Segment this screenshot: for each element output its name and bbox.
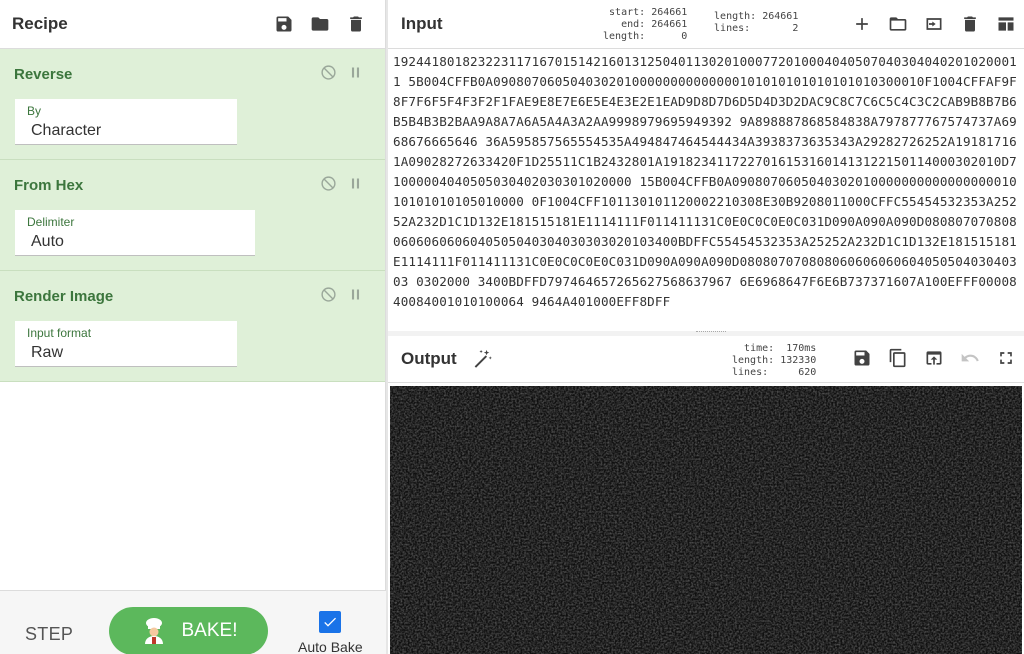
folder-icon [889, 17, 907, 31]
pause-icon [351, 289, 359, 299]
copy-output-button[interactable] [880, 340, 916, 376]
plus-icon [856, 18, 868, 30]
operation-name: Reverse [14, 66, 73, 83]
open-folder-button[interactable] [916, 6, 952, 42]
load-recipe-button[interactable] [302, 6, 338, 42]
input-to-output-icon [926, 18, 942, 30]
disable-icon [320, 64, 336, 80]
length-value: 264661 [762, 11, 799, 22]
field-value[interactable]: Character [27, 122, 225, 140]
recipe-header: Recipe [0, 0, 385, 49]
chef-icon [144, 618, 163, 644]
operation-render-image[interactable]: Render Image Input format Raw [0, 271, 385, 382]
input-length-stats: length: 264661 lines: 2 [708, 11, 798, 35]
bake-button[interactable]: BAKE! [109, 607, 268, 654]
end-label: end: [621, 19, 646, 30]
operation-reverse[interactable]: Reverse By Character [0, 49, 385, 160]
layout-icon [998, 17, 1014, 31]
bake-bar: STEP BAKE! Auto Bake [0, 590, 386, 654]
trash-icon [964, 16, 976, 32]
pause-operation-button[interactable] [346, 285, 364, 303]
copy-icon [889, 348, 906, 368]
delimiter-field[interactable]: Delimiter Auto [15, 210, 255, 256]
reset-layout-button[interactable] [988, 6, 1024, 42]
checkmark-icon [324, 617, 336, 627]
fullscreen-icon [1000, 352, 1012, 364]
recipe-title: Recipe [12, 14, 68, 33]
start-value: 264661 [651, 7, 688, 18]
field-label: Delimiter [27, 215, 75, 229]
auto-bake-checkbox[interactable] [319, 611, 341, 633]
time-label: time: [744, 343, 775, 354]
field-value[interactable]: Raw [27, 344, 225, 362]
auto-bake-label: Auto Bake [298, 639, 363, 654]
lines-label: lines: [714, 23, 751, 34]
pause-icon [351, 178, 359, 188]
field-label: By [27, 104, 42, 118]
disable-icon [320, 286, 336, 302]
pause-operation-button[interactable] [346, 174, 364, 192]
replace-input-button[interactable] [916, 340, 952, 376]
by-field[interactable]: By Character [15, 99, 237, 145]
output-toolbar [844, 340, 1024, 376]
add-input-tab-button[interactable] [844, 6, 880, 42]
output-length-value: 132330 [780, 355, 817, 366]
clear-input-button[interactable] [952, 6, 988, 42]
auto-bake-toggle[interactable]: Auto Bake [298, 611, 363, 654]
rendered-image-texture [390, 386, 1022, 654]
undo-icon [961, 353, 979, 362]
selection-length-value: 0 [681, 31, 688, 42]
input-selection-stats: start: 264661 end: 264661 length: 0 [603, 7, 687, 43]
save-icon [854, 350, 870, 366]
output-title: Output [401, 349, 457, 368]
undo-button[interactable] [952, 340, 988, 376]
maximise-output-button[interactable] [988, 340, 1024, 376]
disable-icon [320, 175, 336, 191]
disable-operation-button[interactable] [319, 63, 337, 81]
rendered-image [390, 386, 1022, 654]
open-file-button[interactable] [880, 6, 916, 42]
input-pane: Input start: 264661 end: 264661 length: … [388, 0, 1024, 331]
disable-operation-button[interactable] [319, 285, 337, 303]
field-label: Input format [27, 326, 92, 340]
magic-wand-icon[interactable] [471, 348, 493, 370]
clear-recipe-button[interactable] [338, 6, 374, 42]
pause-operation-button[interactable] [346, 63, 364, 81]
length-label: length: [714, 11, 757, 22]
output-lines-value: 620 [798, 367, 817, 378]
time-value: 170ms [786, 343, 817, 354]
pause-icon [351, 67, 359, 77]
output-pane: Output time: 170ms length: 132330 lines:… [388, 336, 1024, 654]
operation-from-hex[interactable]: From Hex Delimiter Auto [0, 160, 385, 271]
output-stats: time: 170ms length: 132330 lines: 620 [732, 343, 816, 379]
input-toolbar [844, 6, 1024, 42]
field-value[interactable]: Auto [27, 233, 243, 251]
save-output-button[interactable] [844, 340, 880, 376]
selection-length-label: length: [603, 31, 646, 42]
end-value: 264661 [651, 19, 688, 30]
save-recipe-button[interactable] [266, 6, 302, 42]
save-icon [276, 16, 292, 32]
output-length-label: length: [732, 355, 775, 366]
lines-value: 2 [792, 23, 799, 34]
output-lines-label: lines: [732, 367, 769, 378]
folder-icon [311, 17, 329, 31]
operation-name: Render Image [14, 288, 114, 305]
trash-icon [350, 16, 362, 32]
start-label: start: [609, 7, 646, 18]
resize-grip[interactable] [696, 331, 726, 333]
operation-name: From Hex [14, 177, 84, 194]
disable-operation-button[interactable] [319, 174, 337, 192]
input-textarea[interactable]: 1924418018232231171670151421601312504011… [393, 52, 1021, 328]
open-new-tab-icon [926, 351, 942, 365]
bake-label: BAKE! [181, 620, 238, 641]
step-button[interactable]: STEP [25, 624, 73, 645]
input-format-field[interactable]: Input format Raw [15, 321, 237, 367]
recipe-pane: Recipe Reverse By Character From Hex Del… [0, 0, 386, 654]
